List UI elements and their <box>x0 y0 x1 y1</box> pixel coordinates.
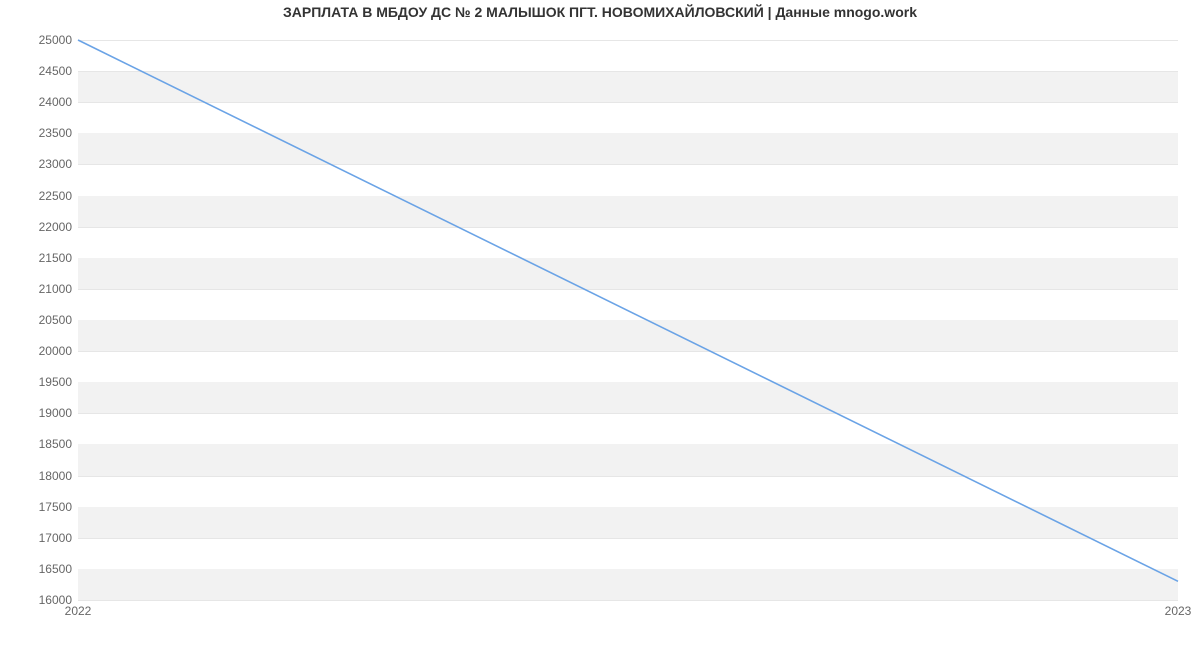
y-tick-label: 21000 <box>4 282 72 296</box>
y-tick-label: 18500 <box>4 437 72 451</box>
y-tick-label: 17000 <box>4 531 72 545</box>
y-tick-label: 20500 <box>4 313 72 327</box>
y-tick-label: 24500 <box>4 64 72 78</box>
chart-title: ЗАРПЛАТА В МБДОУ ДС № 2 МАЛЫШОК ПГТ. НОВ… <box>0 4 1200 20</box>
y-tick-label: 19000 <box>4 406 72 420</box>
x-tick-label: 2022 <box>65 604 92 618</box>
chart-container: ЗАРПЛАТА В МБДОУ ДС № 2 МАЛЫШОК ПГТ. НОВ… <box>0 0 1200 650</box>
y-tick-label: 18000 <box>4 469 72 483</box>
y-tick-label: 22000 <box>4 220 72 234</box>
y-tick-label: 22500 <box>4 189 72 203</box>
line-series <box>78 40 1178 600</box>
gridline <box>78 600 1178 601</box>
plot-area <box>78 40 1178 601</box>
y-tick-label: 25000 <box>4 33 72 47</box>
y-tick-label: 16500 <box>4 562 72 576</box>
y-tick-label: 19500 <box>4 375 72 389</box>
y-tick-label: 17500 <box>4 500 72 514</box>
x-tick-label: 2023 <box>1165 604 1192 618</box>
y-tick-label: 23000 <box>4 157 72 171</box>
y-tick-label: 16000 <box>4 593 72 607</box>
y-tick-label: 23500 <box>4 126 72 140</box>
y-tick-label: 24000 <box>4 95 72 109</box>
y-tick-label: 20000 <box>4 344 72 358</box>
y-tick-label: 21500 <box>4 251 72 265</box>
series-line <box>78 40 1178 581</box>
